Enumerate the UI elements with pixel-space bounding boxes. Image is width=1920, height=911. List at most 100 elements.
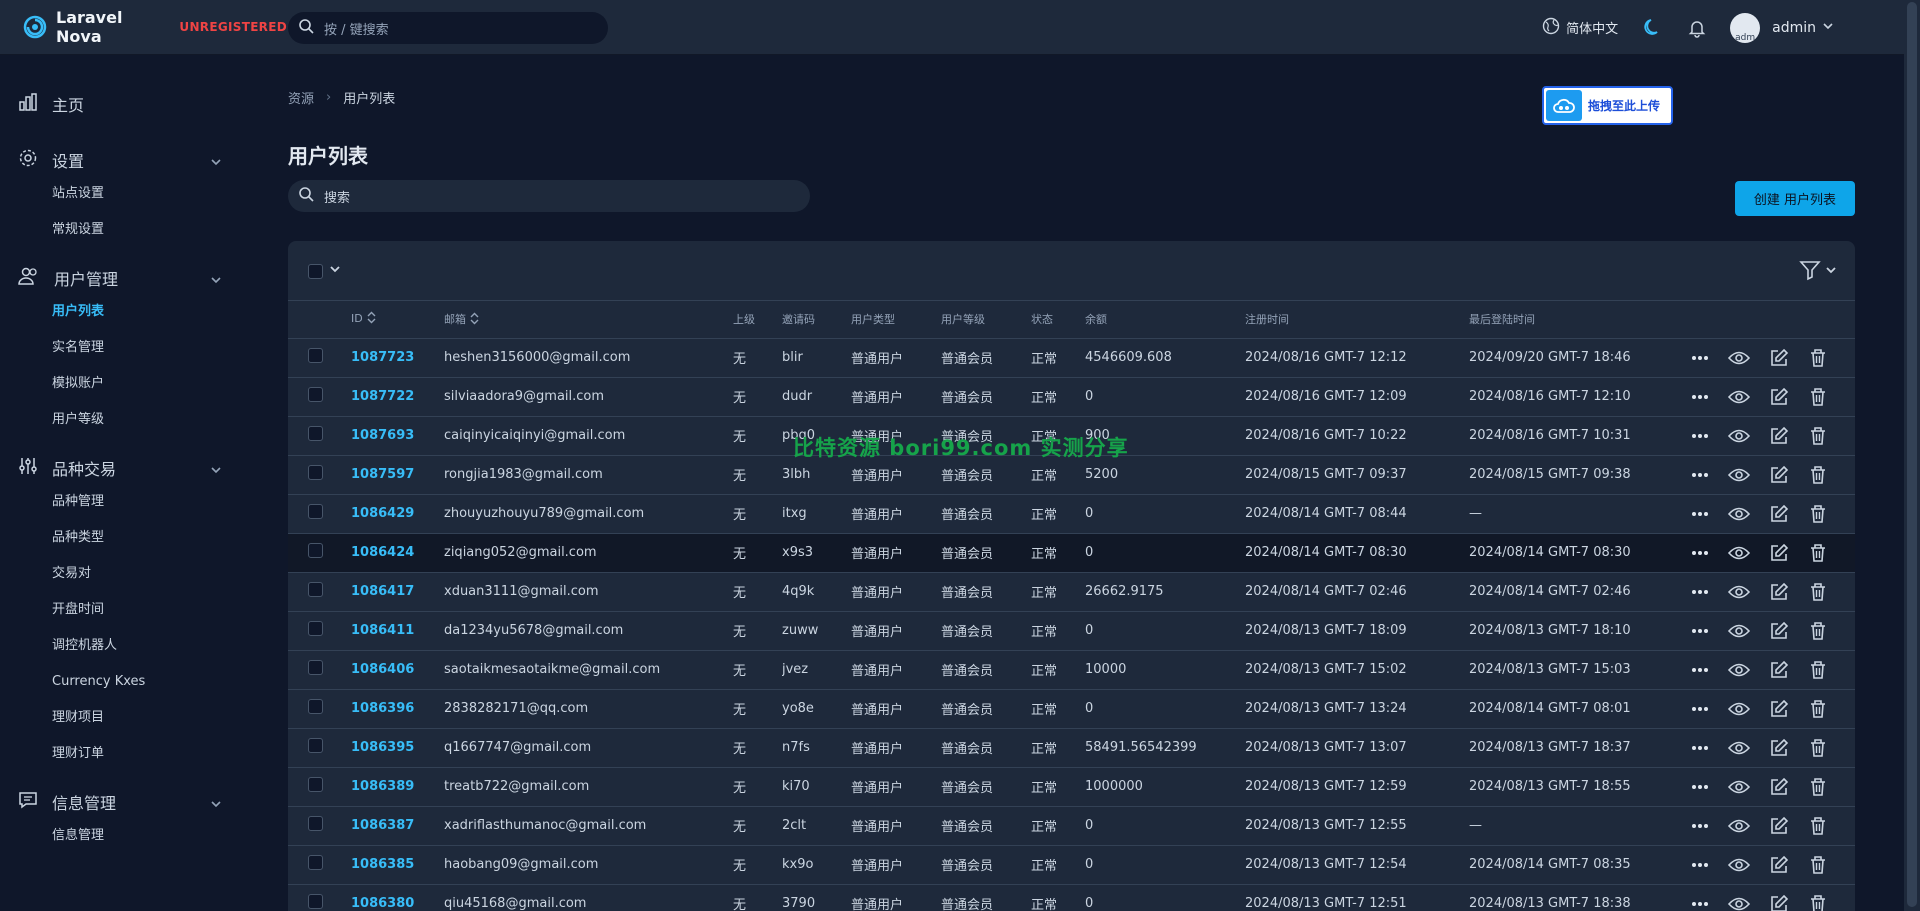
edit-icon[interactable] [1768, 893, 1790, 911]
table-row[interactable]: 1086385 haobang09@gmail.com 无 kx9o 普通用户 普通会员正… [288, 845, 1855, 885]
sidebar-item-robots[interactable]: 调控机器人 [0, 628, 250, 664]
sidebar-item-trading-pairs[interactable]: 交易对 [0, 556, 250, 592]
row-checkbox[interactable] [308, 855, 323, 870]
view-icon[interactable] [1728, 581, 1751, 603]
table-row[interactable]: 1087693 caiqinyicaiqinyi@gmail.com 无 pbq0 普通… [288, 416, 1855, 456]
view-icon[interactable] [1728, 425, 1751, 447]
row-checkbox[interactable] [308, 816, 323, 831]
row-checkbox[interactable] [308, 426, 323, 441]
row-checkbox[interactable] [308, 621, 323, 636]
row-checkbox[interactable] [308, 777, 323, 792]
row-checkbox[interactable] [308, 504, 323, 519]
edit-icon[interactable] [1768, 503, 1790, 525]
delete-icon[interactable] [1807, 503, 1829, 525]
edit-icon[interactable] [1768, 386, 1790, 408]
table-row[interactable]: 1086389 treatb722@gmail.com 无 ki70 普通用户 普通会员正… [288, 767, 1855, 807]
edit-icon[interactable] [1768, 854, 1790, 876]
page-scrollbar[interactable] [1904, 0, 1920, 911]
cell-id[interactable]: 1087597 [351, 455, 444, 495]
row-checkbox[interactable] [308, 582, 323, 597]
sidebar-item-site-settings[interactable]: 站点设置 [0, 176, 250, 212]
view-icon[interactable] [1728, 854, 1751, 876]
table-row[interactable]: 1086387 xadriflasthumanoc@gmail.com 无 2clt 普… [288, 806, 1855, 846]
more-icon[interactable] [1689, 659, 1711, 681]
row-checkbox[interactable] [308, 894, 323, 909]
cell-id[interactable]: 1086406 [351, 650, 444, 690]
edit-icon[interactable] [1768, 581, 1790, 603]
view-icon[interactable] [1728, 776, 1751, 798]
sidebar-item-demo-accounts[interactable]: 模拟账户 [0, 366, 250, 402]
view-icon[interactable] [1728, 893, 1751, 911]
chevron-down-icon[interactable] [210, 461, 222, 480]
view-icon[interactable] [1728, 347, 1751, 369]
filter-menu-button[interactable] [1799, 259, 1837, 285]
table-row[interactable]: 1087722 silviaadora9@gmail.com 无 dudr 普通用户 普通… [288, 377, 1855, 417]
delete-icon[interactable] [1807, 620, 1829, 642]
more-icon[interactable] [1689, 737, 1711, 759]
view-icon[interactable] [1728, 503, 1751, 525]
row-checkbox[interactable] [308, 660, 323, 675]
edit-icon[interactable] [1768, 815, 1790, 837]
more-icon[interactable] [1689, 425, 1711, 447]
table-row[interactable]: 1086395 q1667747@gmail.com 无 n7fs 普通用户 普通会员 正常… [288, 728, 1855, 768]
edit-icon[interactable] [1768, 698, 1790, 720]
delete-icon[interactable] [1807, 581, 1829, 603]
edit-icon[interactable] [1768, 464, 1790, 486]
view-icon[interactable] [1728, 464, 1751, 486]
edit-icon[interactable] [1768, 542, 1790, 564]
table-row[interactable]: 1086406 saotaikmesaotaikme@gmail.com 无 jvez… [288, 650, 1855, 690]
table-row[interactable]: 1087723 heshen3156000@gmail.com 无 blir 普通用户普… [288, 338, 1855, 378]
user-menu-name[interactable]: admin [1772, 20, 1816, 36]
row-checkbox[interactable] [308, 348, 323, 363]
cell-id[interactable]: 1086396 [351, 689, 444, 729]
delete-icon[interactable] [1807, 815, 1829, 837]
resource-search-input[interactable]: 搜索 [288, 180, 810, 212]
table-row[interactable]: 1086429 zhouyuzhouyu789@gmail.com 无 itxg 普通用… [288, 494, 1855, 534]
edit-icon[interactable] [1768, 776, 1790, 798]
cell-id[interactable]: 1087723 [351, 338, 444, 378]
chevron-down-icon[interactable] [210, 795, 222, 814]
sidebar-item-user-list[interactable]: 用户列表 [0, 294, 250, 330]
sort-icon[interactable] [470, 312, 479, 328]
create-user-button[interactable]: 创建 用户列表 [1735, 181, 1855, 216]
more-icon[interactable] [1689, 386, 1711, 408]
chevron-down-icon[interactable] [329, 263, 341, 279]
global-search-input[interactable]: 按 / 键搜索 [288, 12, 608, 44]
row-checkbox[interactable] [308, 465, 323, 480]
delete-icon[interactable] [1807, 386, 1829, 408]
header-id[interactable]: ID [351, 301, 444, 339]
more-icon[interactable] [1689, 854, 1711, 876]
more-icon[interactable] [1689, 464, 1711, 486]
edit-icon[interactable] [1768, 620, 1790, 642]
sidebar-section-trading[interactable]: 品种交易 [0, 452, 250, 484]
view-icon[interactable] [1728, 386, 1751, 408]
sidebar-item-user-levels[interactable]: 用户等级 [0, 402, 250, 438]
edit-icon[interactable] [1768, 659, 1790, 681]
cell-id[interactable]: 1086411 [351, 611, 444, 651]
delete-icon[interactable] [1807, 776, 1829, 798]
delete-icon[interactable] [1807, 464, 1829, 486]
table-row[interactable]: 1086380 qiu45168@gmail.com 无 3790 普通用户 普通会员 正常… [288, 884, 1855, 911]
row-checkbox[interactable] [308, 387, 323, 402]
more-icon[interactable] [1689, 347, 1711, 369]
cell-id[interactable]: 1086385 [351, 845, 444, 885]
header-email[interactable]: 邮箱 [444, 301, 733, 339]
view-icon[interactable] [1728, 698, 1751, 720]
row-checkbox[interactable] [308, 543, 323, 558]
more-icon[interactable] [1689, 620, 1711, 642]
delete-icon[interactable] [1807, 347, 1829, 369]
sidebar-item-finance-projects[interactable]: 理财项目 [0, 700, 250, 736]
sidebar-item-currency-kxes[interactable]: Currency Kxes [0, 664, 250, 700]
row-checkbox[interactable] [308, 738, 323, 753]
delete-icon[interactable] [1807, 425, 1829, 447]
sidebar-item-products[interactable]: 品种管理 [0, 484, 250, 520]
more-icon[interactable] [1689, 542, 1711, 564]
delete-icon[interactable] [1807, 659, 1829, 681]
edit-icon[interactable] [1768, 425, 1790, 447]
language-switcher[interactable]: 简体中文 [1542, 17, 1618, 39]
edit-icon[interactable] [1768, 737, 1790, 759]
view-icon[interactable] [1728, 659, 1751, 681]
dark-mode-toggle-icon[interactable] [1642, 17, 1664, 39]
table-row[interactable]: 1086396 2838282171@qq.com 无 yo8e 普通用户 普通会员 正常 0… [288, 689, 1855, 729]
notification-bell-icon[interactable] [1686, 17, 1708, 39]
